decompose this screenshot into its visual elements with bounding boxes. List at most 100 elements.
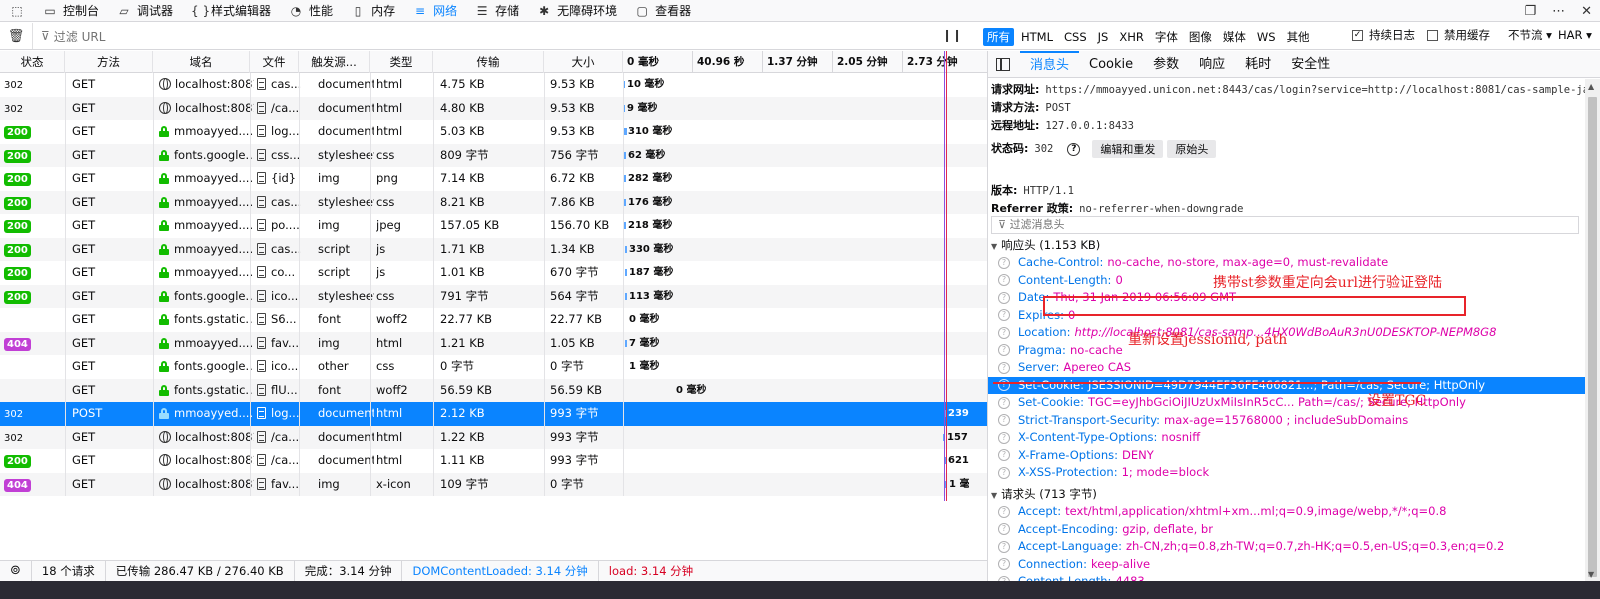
request-row[interactable]: 200 GET fonts.google... ico... stylesheet css… [0,284,988,308]
header-help-icon[interactable]: ? [998,540,1010,553]
tab-cookies[interactable]: Cookie [1079,51,1143,78]
header-help-icon[interactable]: ? [998,274,1010,286]
request-header-row[interactable]: ? Accept: text/html,application/xhtml+xm..… [988,503,1586,521]
type-filter-xhr[interactable]: XHR [1115,29,1148,45]
col-method[interactable]: 方法 [65,51,153,73]
response-header-row[interactable]: ? Set-Cookie: TGC=eyJhbGciOiJIUzUxMiIsInR5… [988,394,1586,412]
request-row[interactable]: 302 POST mmoayyed.... log... document html 2.1… [0,402,988,426]
col-type[interactable]: 类型 [370,51,433,73]
request-row[interactable]: 200 GET fonts.google... css... stylesheet css… [0,143,988,167]
url-filter-input[interactable]: ⊽ 过滤 URL [32,23,932,49]
header-help-icon[interactable]: ? [998,396,1010,409]
pause-icon[interactable]: ❙❙ [942,28,962,42]
request-row[interactable]: 200 GET mmoayyed.... log... document html 5.03… [0,120,988,144]
response-header-row[interactable]: ? X-Frame-Options: DENY [988,447,1586,465]
request-header-row[interactable]: ? Content-Length: 4483 [988,573,1586,581]
request-row[interactable]: 200 GET mmoayyed.... co... script js 1.01 KB 67… [0,261,988,285]
scroll-up-arrow-icon[interactable]: ▲ [1588,82,1594,91]
scrollbar-thumb[interactable] [1588,97,1597,577]
more-options-icon[interactable]: ⋯ [1552,4,1565,19]
request-url[interactable]: https://mmoayyed.unicon.net:8443/cas/log… [1045,84,1600,96]
tab-style-editor[interactable]: { } 样式编辑器 [182,0,280,22]
type-filter-ws[interactable]: WS [1253,29,1280,45]
type-filter-all[interactable]: 所有 [983,28,1014,46]
performance-analysis-icon[interactable]: ⊚ [0,561,32,581]
type-filter-js[interactable]: JS [1094,29,1113,45]
header-help-icon[interactable]: ? [998,309,1010,321]
response-header-row[interactable]: ? Server: Apereo CAS [988,359,1586,377]
tab-headers[interactable]: 消息头 [1020,51,1080,78]
request-row[interactable]: 200 GET localhost:8081/ca... document html 1.… [0,449,988,473]
request-row[interactable]: GET fonts.gstatic.... flU... font woff2 56.59… [0,378,988,402]
persist-log-checkbox[interactable]: ✓ [1352,29,1363,41]
tab-timings[interactable]: 耗时 [1235,51,1281,78]
request-row[interactable]: 404 GET mmoayyed.... fav... img html 1.21 KB 1.… [0,331,988,355]
tab-params[interactable]: 参数 [1143,51,1189,78]
type-filter-media[interactable]: 媒体 [1219,28,1250,46]
col-domain[interactable]: 域名 [153,51,250,73]
dock-icon[interactable]: ❐ [1524,4,1536,19]
response-header-row[interactable]: ? Set-Cookie: JSESSIONID=49D7944EF36FE4668… [988,376,1586,394]
edit-resend-button[interactable]: 编辑和重发 [1092,140,1164,158]
col-cause[interactable]: 触发源... [299,51,370,73]
header-help-icon[interactable]: ? [998,344,1010,356]
tab-network[interactable]: ≡ 网络 [404,0,466,22]
response-header-row[interactable]: ? X-XSS-Protection: 1; mode=block [988,464,1586,482]
header-help-icon[interactable]: ? [998,256,1010,269]
close-icon[interactable]: ✕ [1581,4,1592,19]
tab-response[interactable]: 响应 [1189,51,1235,78]
col-file[interactable]: 文件 [250,51,299,73]
response-header-row[interactable]: ? Strict-Transport-Security: max-age=15768… [988,412,1586,430]
tab-security[interactable]: 安全性 [1281,51,1340,78]
response-headers-section[interactable]: ▼ 响应头 (1.153 KB) [991,237,1100,253]
tab-inspector[interactable]: ▢ 查看器 [626,0,700,22]
request-row[interactable]: 302 GET localhost:8081/ca... document html 4.… [0,96,988,120]
request-header-row[interactable]: ? Connection: keep-alive [988,556,1586,574]
tab-memory[interactable]: ▯ 内存 [342,0,404,22]
col-status[interactable]: 状态 [0,51,65,73]
response-header-row[interactable]: ? X-Content-Type-Options: nosniff [988,429,1586,447]
header-help-icon[interactable]: ? [998,523,1010,535]
panel-toggle-icon[interactable] [996,57,1010,71]
request-row[interactable]: 200 GET mmoayyed.... cas... script js 1.71 KB 1… [0,237,988,261]
type-filter-images[interactable]: 图像 [1185,28,1216,46]
header-help-icon[interactable]: ? [998,466,1010,479]
request-row[interactable]: 302 GET localhost:8081 cas... document html 4.… [0,73,988,97]
request-row[interactable]: GET fonts.gstatic.... S6... font woff2 22.77 … [0,308,988,332]
tab-debugger[interactable]: ▱ 调试器 [108,0,182,22]
type-filter-other[interactable]: 其他 [1283,28,1314,46]
header-help-icon[interactable]: ? [998,361,1010,374]
clear-trash-icon[interactable]: 🗑 [0,29,32,44]
type-filter-html[interactable]: HTML [1017,29,1057,45]
header-help-icon[interactable]: ? [998,505,1010,518]
request-row[interactable]: 302 GET localhost:8081/ca... document html 1.… [0,425,988,449]
details-scrollbar[interactable]: ▲ ▼ [1585,79,1600,581]
col-size[interactable]: 大小 [544,51,623,73]
header-help-icon[interactable]: ? [998,379,1010,391]
help-icon[interactable]: ? [1067,142,1081,156]
header-help-icon[interactable]: ? [998,291,1010,304]
request-row[interactable]: 200 GET mmoayyed.... {id} img png 7.14 KB 6.72 … [0,167,988,191]
request-header-row[interactable]: ? Accept-Language: zh-CN,zh;q=0.8,zh-TW;q=… [988,538,1586,556]
request-headers-section[interactable]: ▼ 请求头 (713 字节) [991,486,1097,502]
col-transferred[interactable]: 传输 [433,51,544,73]
header-help-icon[interactable]: ? [998,414,1010,426]
header-help-icon[interactable]: ? [998,326,1010,339]
request-row[interactable]: 200 GET mmoayyed.... cas... stylesheet css 8.2… [0,190,988,214]
request-header-row[interactable]: ? Accept-Encoding: gzip, deflate, br [988,521,1586,539]
request-row[interactable]: 404 GET localhost:8081 fav... img x-icon 109 字… [0,472,988,496]
header-help-icon[interactable]: ? [998,431,1010,444]
har-menu[interactable]: HAR ▾ [1558,28,1592,42]
raw-headers-button[interactable]: 原始头 [1167,140,1217,158]
tab-accessibility[interactable]: ✱ 无障碍环境 [528,0,626,22]
header-help-icon[interactable]: ? [998,558,1010,570]
type-filter-css[interactable]: CSS [1060,29,1091,45]
inspect-picker-button[interactable]: ⬚ [0,0,34,22]
tab-console[interactable]: ▭ 控制台 [34,0,108,22]
request-row[interactable]: GET fonts.google... ico... other css 0 字节 0 字节… [0,355,988,379]
header-help-icon[interactable]: ? [998,449,1010,461]
request-row[interactable]: 200 GET mmoayyed.... po.... img jpeg 157.05 KB… [0,214,988,238]
filter-headers-input[interactable]: ⊽ 过滤消息头 [991,216,1579,234]
type-filter-fonts[interactable]: 字体 [1151,28,1182,46]
throttle-select[interactable]: 不节流 ▾ [1508,27,1552,43]
